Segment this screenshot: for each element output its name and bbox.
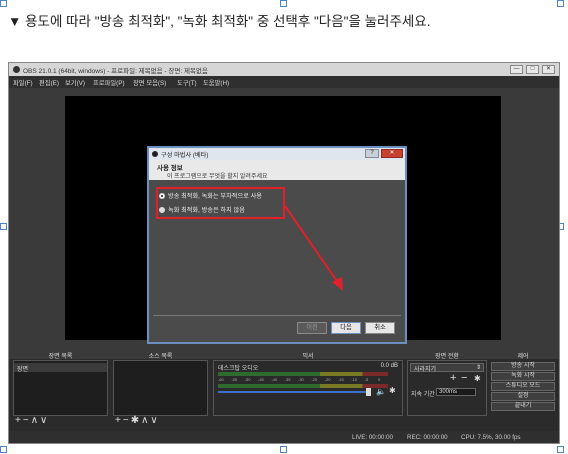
mixer-scale-tick: -30 <box>298 377 304 382</box>
minimize-button[interactable]: — <box>510 65 523 74</box>
volume-slider[interactable] <box>218 391 368 393</box>
mixer-scale-tick: 0 <box>378 377 381 382</box>
volume-slider-handle[interactable] <box>366 388 371 396</box>
duration-value: 300ms <box>439 389 458 395</box>
scenes-toolbar: +−∧∨ <box>15 415 49 426</box>
gear-icon[interactable]: ✱ <box>474 374 481 383</box>
rec-status: REC: 00:00:00 <box>407 434 448 441</box>
duration-label: 지속 기간 <box>411 392 435 398</box>
resize-handle-bottom-right[interactable] <box>557 446 564 453</box>
resize-handle-top-left[interactable] <box>0 0 7 7</box>
mixer-scale-tick: -20 <box>324 377 331 382</box>
menu-scene-collection[interactable]: 장면 모음(S) <box>133 78 166 87</box>
studio-mode-button[interactable]: 스튜디오 모드 <box>491 382 555 391</box>
mixer-scale-tick: -25 <box>311 377 318 382</box>
maximize-button[interactable]: □ <box>526 65 539 74</box>
speaker-icon[interactable]: 🔈 <box>376 387 386 396</box>
resize-handle-bottom-center[interactable] <box>280 446 287 453</box>
volume-meter-top <box>218 372 388 376</box>
gear-icon[interactable]: ✱ <box>131 415 141 426</box>
scenes-dock-title: 장면 목록 <box>48 354 73 360</box>
controls-dock-title: 제어 <box>517 354 529 360</box>
transition-select[interactable]: 사라지기 ⇕ <box>410 363 484 373</box>
remove-source-icon[interactable]: − <box>123 415 131 426</box>
mixer-scale-tick: -60 <box>218 377 224 382</box>
resize-handle-bottom-left[interactable] <box>0 446 7 453</box>
transitions-panel: 사라지기 ⇕ + − ✱ 지속 기간 300ms <box>407 360 487 416</box>
start-streaming-button[interactable]: 방송 시작 <box>491 362 555 371</box>
mixer-scale-tick: -45 <box>258 377 264 382</box>
add-source-icon[interactable]: + <box>115 415 123 426</box>
mixer-panel: 데스크탑 오디오 0.0 dB -60 -55 -50 -45 -40 -35 -30 -25… <box>213 360 403 416</box>
menu-profile[interactable]: 프로파일(P) <box>93 78 125 87</box>
remove-scene-icon[interactable]: − <box>23 415 31 426</box>
exit-button[interactable]: 끝내기 <box>491 402 555 411</box>
red-arrow-annotation <box>284 205 343 291</box>
move-up-icon[interactable]: ∧ <box>141 415 150 426</box>
menu-help[interactable]: 도움말(H) <box>203 78 229 87</box>
sources-dock-title: 소스 목록 <box>148 354 173 360</box>
mixer-scale-tick: -35 <box>284 377 291 382</box>
instruction-text: ▼ 용도에 따라 "방송 최적화", "녹화 최적화" 중 선택후 "다음"을 … <box>8 14 431 29</box>
resize-handle-top-right[interactable] <box>557 0 564 7</box>
dock-headers: 장면 목록 소스 목록 믹서 장면 전환 제어 <box>9 350 559 360</box>
gear-icon[interactable]: ✱ <box>389 386 396 395</box>
menu-edit[interactable]: 편집(E) <box>39 78 59 87</box>
scene-item-selected[interactable]: 장면 <box>14 363 107 373</box>
volume-meter-bottom <box>218 384 388 388</box>
cpu-status: CPU: 7.5%, 30.00 fps <box>461 434 521 441</box>
chevron-down-icon: ⇕ <box>475 365 481 371</box>
menu-file[interactable]: 파일(F) <box>13 78 33 87</box>
scene-name: 장면 <box>17 367 29 373</box>
menu-tools[interactable]: 도구(T) <box>177 78 197 87</box>
mixer-scale-tick: -10 <box>351 377 358 382</box>
add-transition-icon[interactable]: + <box>450 372 456 384</box>
close-window-button[interactable]: ✕ <box>542 65 555 74</box>
mixer-scale-tick: -40 <box>271 377 278 382</box>
mixer-scale-tick: -5 <box>364 377 369 382</box>
window-title: OBS 21.0.1 (64bit, windows) - 프로파일: 제목없음… <box>23 68 208 75</box>
add-scene-icon[interactable]: + <box>15 415 23 426</box>
move-down-icon[interactable]: ∨ <box>150 415 159 426</box>
transition-type: 사라지기 <box>414 367 437 373</box>
obs-logo-icon <box>13 66 20 73</box>
window-titlebar: OBS 21.0.1 (64bit, windows) - 프로파일: 제목없음… <box>9 63 559 76</box>
resize-handle-middle-left[interactable] <box>0 223 7 230</box>
move-down-icon[interactable]: ∨ <box>40 415 49 426</box>
start-recording-button[interactable]: 녹화 시작 <box>491 372 555 381</box>
sources-toolbar: +−✱∧∨ <box>115 415 160 426</box>
mixer-scale-tick: -50 <box>244 377 251 382</box>
live-status: LIVE: 00:00:00 <box>352 434 393 441</box>
settings-button[interactable]: 설정 <box>491 392 555 401</box>
obs-screenshot: OBS 21.0.1 (64bit, windows) - 프로파일: 제목없음… <box>8 62 560 444</box>
sources-panel <box>113 360 208 416</box>
mixer-scale-tick: -15 <box>338 377 344 382</box>
resize-handle-top-center[interactable] <box>280 0 287 7</box>
mixer-level: 0.0 dB <box>380 363 398 369</box>
menu-view[interactable]: 보기(V) <box>65 78 85 87</box>
move-up-icon[interactable]: ∧ <box>31 415 40 426</box>
preview-area: 구성 마법사 (베타) ? ✕ 사용 정보 이 프로그램으로 무엇을 할지 알려… <box>9 88 559 350</box>
mixer-scale-tick: -55 <box>231 377 238 382</box>
scenes-panel: 장면 <box>13 360 108 416</box>
duration-input[interactable]: 300ms <box>436 388 476 396</box>
transitions-dock-title: 장면 전환 <box>435 354 459 360</box>
mixer-channel-name: 데스크탑 오디오 <box>218 366 259 372</box>
mixer-dock-title: 믹서 <box>302 354 314 360</box>
status-bar: LIVE: 00:00:00 REC: 00:00:00 CPU: 7.5%, … <box>9 431 559 443</box>
menu-bar: 파일(F) 편집(E) 보기(V) 프로파일(P) 장면 모음(S) 도구(T)… <box>9 76 559 88</box>
remove-transition-icon[interactable]: − <box>461 372 467 384</box>
mixer-scale: -60 -55 -50 -45 -40 -35 -30 -25 -20 -15 -10 -5 0 <box>218 377 388 384</box>
